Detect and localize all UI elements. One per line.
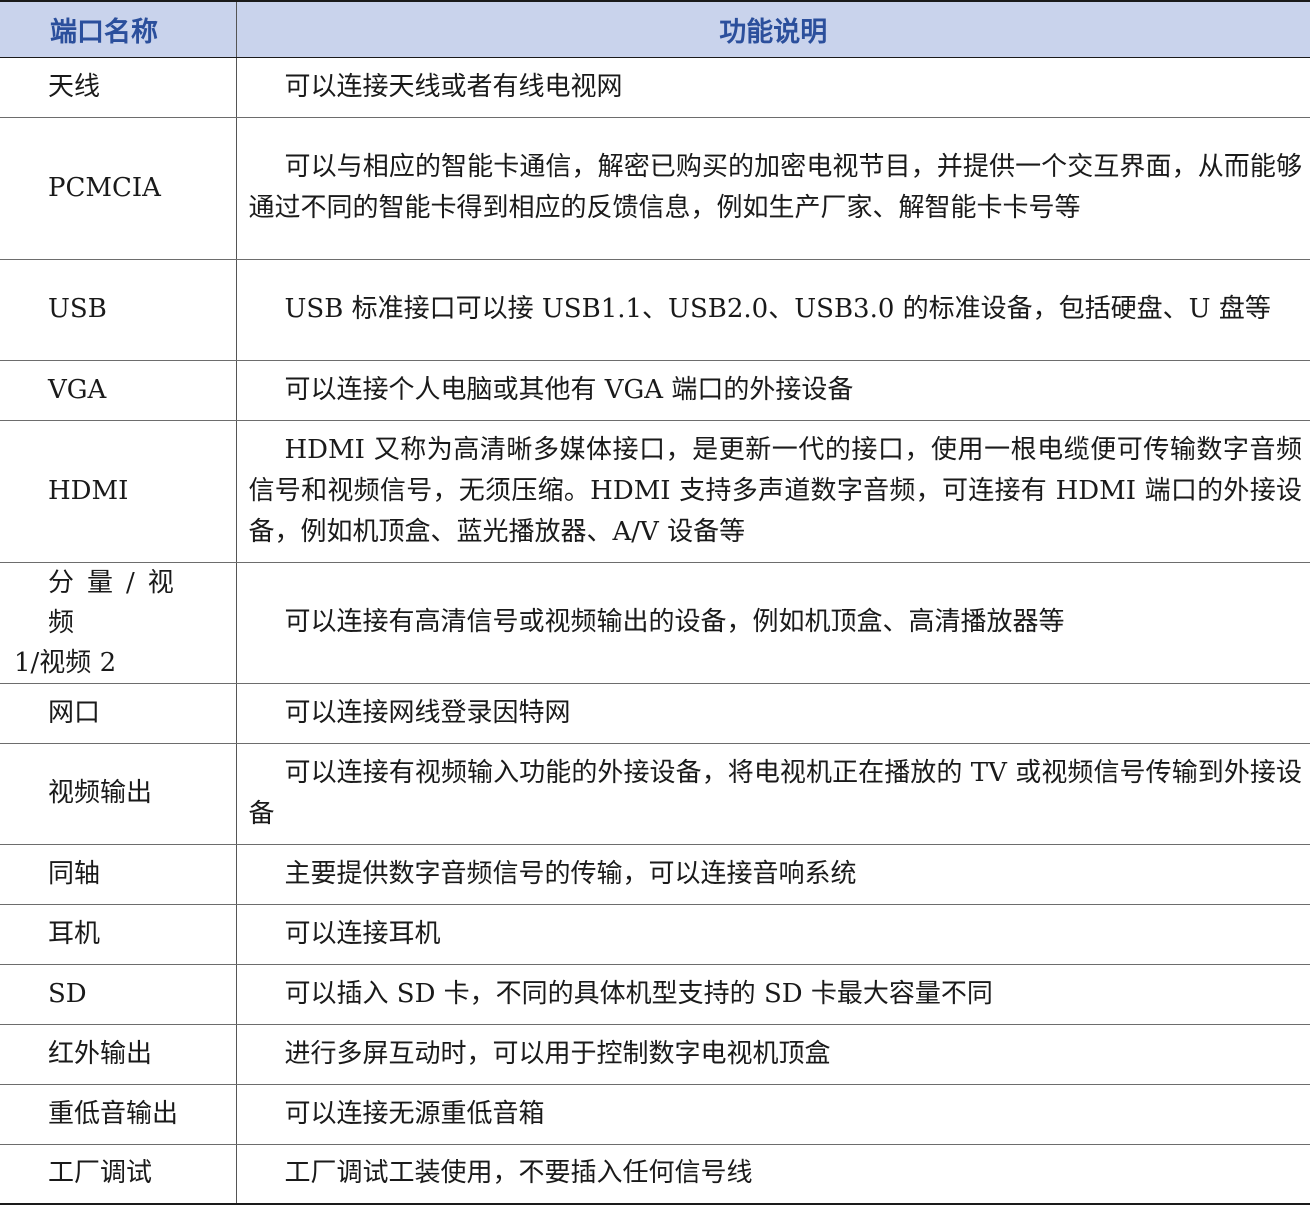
description-cell: 可以连接无源重低音箱 [236, 1084, 1310, 1145]
table-row: SD 可以插入 SD 卡，不同的具体机型支持的 SD 卡最大容量不同 [0, 964, 1310, 1025]
description-cell: 可以连接天线或者有线电视网 [236, 57, 1310, 118]
description-cell: 可以与相应的智能卡通信，解密已购买的加密电视节目，并提供一个交互界面，从而能够通… [236, 117, 1310, 260]
port-name-line-2: 1/视频 2 [14, 647, 117, 678]
description-cell: HDMI 又称为高清晰多媒体接口，是更新一代的接口，使用一根电缆便可传输数字音频… [236, 420, 1310, 563]
description-cell: 工厂调试工装使用，不要插入任何信号线 [236, 1144, 1310, 1205]
port-function-table: 端口名称 功能说明 天线 可以连接天线或者有线电视网 PCMCIA 可以与相应的… [0, 0, 1310, 1205]
description-cell: 可以插入 SD 卡，不同的具体机型支持的 SD 卡最大容量不同 [236, 964, 1310, 1025]
port-name-cell: 天线 [0, 57, 237, 118]
table-row: 红外输出 进行多屏互动时，可以用于控制数字电视机顶盒 [0, 1024, 1310, 1085]
table-row: 重低音输出 可以连接无源重低音箱 [0, 1084, 1310, 1145]
description-cell: 可以连接有视频输入功能的外接设备，将电视机正在播放的 TV 或视频信号传输到外接… [236, 743, 1310, 845]
table-row: 同轴 主要提供数字音频信号的传输，可以连接音响系统 [0, 844, 1310, 905]
description-cell: USB 标准接口可以接 USB1.1、USB2.0、USB3.0 的标准设备，包… [236, 259, 1310, 361]
table-row: VGA 可以连接个人电脑或其他有 VGA 端口的外接设备 [0, 360, 1310, 421]
table-row: 网口 可以连接网线登录因特网 [0, 683, 1310, 744]
table-row: 工厂调试 工厂调试工装使用，不要插入任何信号线 [0, 1144, 1310, 1205]
table-row: 视频输出 可以连接有视频输入功能的外接设备，将电视机正在播放的 TV 或视频信号… [0, 743, 1310, 845]
port-name-cell: HDMI [0, 420, 237, 563]
port-name-cell: 分量/视频 1/视频 2 [0, 562, 237, 684]
description-cell: 进行多屏互动时，可以用于控制数字电视机顶盒 [236, 1024, 1310, 1085]
port-name-cell: VGA [0, 360, 237, 421]
description-cell: 可以连接耳机 [236, 904, 1310, 965]
port-name-cell: 视频输出 [0, 743, 237, 845]
description-cell: 可以连接有高清信号或视频输出的设备，例如机顶盒、高清播放器等 [236, 562, 1310, 684]
table-row: 天线 可以连接天线或者有线电视网 [0, 57, 1310, 118]
table-row: HDMI HDMI 又称为高清晰多媒体接口，是更新一代的接口，使用一根电缆便可传… [0, 420, 1310, 563]
table-row: 分量/视频 1/视频 2 可以连接有高清信号或视频输出的设备，例如机顶盒、高清播… [0, 562, 1310, 684]
table-header: 端口名称 功能说明 [0, 0, 1310, 58]
port-name-cell: USB [0, 259, 237, 361]
header-row: 端口名称 功能说明 [0, 0, 1310, 58]
port-name-cell: 耳机 [0, 904, 237, 965]
table-body: 天线 可以连接天线或者有线电视网 PCMCIA 可以与相应的智能卡通信，解密已购… [0, 57, 1310, 1205]
header-port-name: 端口名称 [0, 0, 237, 58]
description-cell: 主要提供数字音频信号的传输，可以连接音响系统 [236, 844, 1310, 905]
description-cell: 可以连接个人电脑或其他有 VGA 端口的外接设备 [236, 360, 1310, 421]
port-name-cell: 重低音输出 [0, 1084, 237, 1145]
port-name-cell: 红外输出 [0, 1024, 237, 1085]
table-row: PCMCIA 可以与相应的智能卡通信，解密已购买的加密电视节目，并提供一个交互界… [0, 117, 1310, 260]
table-row: USB USB 标准接口可以接 USB1.1、USB2.0、USB3.0 的标准… [0, 259, 1310, 361]
port-name-line-1: 分量/视频 [48, 567, 187, 638]
table-row: 耳机 可以连接耳机 [0, 904, 1310, 965]
port-name-cell: 网口 [0, 683, 237, 744]
header-description: 功能说明 [236, 0, 1310, 58]
port-name-cell: PCMCIA [0, 117, 237, 260]
port-name-cell: SD [0, 964, 237, 1025]
description-cell: 可以连接网线登录因特网 [236, 683, 1310, 744]
port-name-cell: 同轴 [0, 844, 237, 905]
port-name-cell: 工厂调试 [0, 1144, 237, 1205]
